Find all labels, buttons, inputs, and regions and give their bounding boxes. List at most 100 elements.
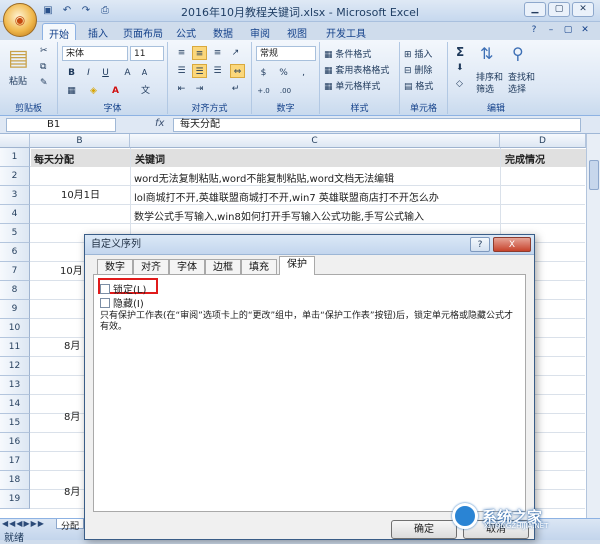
column-header-c[interactable]: C	[130, 134, 500, 148]
dialog-help-button[interactable]: ?	[470, 237, 490, 252]
insert-cells-button[interactable]: ⊞ 插入	[404, 47, 432, 60]
paste-icon[interactable]: ▤	[8, 46, 29, 71]
clear-icon[interactable]: ◇	[456, 79, 463, 89]
grow-font-button[interactable]: A	[120, 66, 135, 80]
name-box[interactable]: B1	[6, 118, 116, 132]
border-icon[interactable]: ▦	[64, 84, 79, 98]
sheet-nav-arrows[interactable]: ◀◀◀▶▶▶	[2, 519, 45, 528]
row-header[interactable]: 19	[0, 490, 30, 509]
doc-close-icon[interactable]: ✕	[578, 24, 592, 37]
doc-minimize-icon[interactable]: –	[544, 24, 558, 37]
sort-filter-icon[interactable]: ⇅	[480, 44, 493, 63]
row-header[interactable]: 2	[0, 167, 30, 186]
tab-data[interactable]: 数据	[207, 23, 239, 40]
underline-button[interactable]: U	[98, 66, 113, 80]
merge-center-icon[interactable]: ⇔	[230, 64, 245, 78]
row-header[interactable]: 4	[0, 205, 30, 224]
row-header[interactable]: 6	[0, 243, 30, 262]
close-icon[interactable]: ✕	[572, 2, 594, 17]
checkbox-icon[interactable]	[100, 297, 110, 308]
hidden-checkbox[interactable]: 隐藏(I)	[100, 295, 144, 310]
save-icon[interactable]: ▣	[40, 3, 56, 19]
shrink-font-button[interactable]: A	[137, 66, 152, 80]
sort-filter-button-line2[interactable]: 筛选	[476, 82, 494, 95]
sheet-tab[interactable]: 分配	[56, 519, 85, 532]
row-header[interactable]: 13	[0, 376, 30, 395]
italic-button[interactable]: I	[81, 66, 96, 80]
conditional-format-button[interactable]: ▦ 条件格式	[324, 47, 371, 60]
keyword-cell[interactable]: 数学公式手写输入,win8如何打开手写输入公式功能,手写公式输入	[134, 208, 500, 223]
fill-color-icon[interactable]: ◈	[86, 84, 101, 98]
row-header[interactable]: 3	[0, 186, 30, 205]
row-header[interactable]: 18	[0, 471, 30, 490]
paste-button[interactable]: 粘贴	[9, 74, 27, 87]
tab-view[interactable]: 视图	[281, 23, 313, 40]
vertical-scrollbar[interactable]	[586, 134, 600, 518]
font-color-icon[interactable]: A	[108, 84, 123, 98]
tab-developer[interactable]: 开发工具	[320, 23, 372, 40]
tab-border[interactable]: 边框	[205, 259, 241, 275]
cell-d1[interactable]: 完成情况	[501, 149, 586, 167]
format-as-table-button[interactable]: ▦ 套用表格格式	[324, 63, 389, 76]
cell-b1[interactable]: 每天分配	[31, 149, 130, 167]
formula-input[interactable]: 每天分配	[173, 118, 581, 132]
tab-alignment[interactable]: 对齐	[133, 259, 169, 275]
select-all-corner[interactable]	[0, 134, 30, 148]
decrease-indent-icon[interactable]: ⇤	[174, 82, 189, 96]
checkbox-icon[interactable]	[100, 283, 110, 294]
tab-formulas[interactable]: 公式	[170, 23, 202, 40]
cell-c1[interactable]: 关键词	[131, 149, 500, 167]
font-name-select[interactable]: 宋体	[62, 46, 128, 61]
align-center-icon[interactable]: ☰	[192, 64, 207, 78]
keyword-cell[interactable]: lol商城打不开,英雄联盟商城打不开,win7 英雄联盟商店打不开怎么办	[134, 189, 500, 204]
format-cells-button[interactable]: ▤ 格式	[404, 79, 433, 92]
tab-home[interactable]: 开始	[42, 23, 76, 41]
row-header[interactable]: 12	[0, 357, 30, 376]
tab-fill[interactable]: 填充	[241, 259, 277, 275]
redo-icon[interactable]: ↷	[78, 3, 94, 19]
column-header-d[interactable]: D	[500, 134, 586, 148]
row-header[interactable]: 9	[0, 300, 30, 319]
currency-button[interactable]: $	[256, 66, 271, 80]
keyword-cell[interactable]: word无法复制粘贴,word不能复制粘贴,word文档无法编辑	[134, 170, 500, 185]
cut-icon[interactable]: ✂	[40, 46, 48, 56]
row-header[interactable]: 15	[0, 414, 30, 433]
decrease-decimal-icon[interactable]: .00	[278, 84, 293, 98]
maximize-icon[interactable]: ▢	[548, 2, 570, 17]
row-header[interactable]: 5	[0, 224, 30, 243]
print-preview-icon[interactable]: ⎙	[97, 3, 113, 19]
tab-number[interactable]: 数字	[97, 259, 133, 275]
doc-restore-icon[interactable]: ▢	[561, 24, 575, 37]
row-header[interactable]: 8	[0, 281, 30, 300]
ok-button[interactable]: 确定	[391, 520, 457, 539]
bold-button[interactable]: B	[64, 66, 79, 80]
minimize-icon[interactable]: ▁	[524, 2, 546, 17]
align-bottom-icon[interactable]: ≡	[210, 46, 225, 60]
tab-page-layout[interactable]: 页面布局	[117, 23, 169, 40]
find-select-button-line2[interactable]: 选择	[508, 82, 526, 95]
help-icon[interactable]: ?	[527, 24, 541, 37]
comma-button[interactable]: ,	[296, 66, 311, 80]
find-select-icon[interactable]: ⚲	[512, 44, 524, 63]
cell-styles-button[interactable]: ▦ 单元格样式	[324, 79, 380, 92]
align-right-icon[interactable]: ☰	[210, 64, 225, 78]
undo-icon[interactable]: ↶	[59, 3, 75, 19]
increase-decimal-icon[interactable]: +.0	[256, 84, 271, 98]
format-painter-icon[interactable]: ✎	[40, 78, 48, 88]
column-header-b[interactable]: B	[30, 134, 130, 148]
row-header[interactable]: 11	[0, 338, 30, 357]
delete-cells-button[interactable]: ⊟ 删除	[404, 63, 432, 76]
orientation-icon[interactable]: ↗	[228, 46, 243, 60]
scroll-thumb[interactable]	[589, 160, 599, 190]
row-header[interactable]: 14	[0, 395, 30, 414]
dialog-close-button[interactable]: X	[493, 237, 531, 252]
cell-b2-merged[interactable]: 10月1日	[31, 186, 130, 201]
align-left-icon[interactable]: ☰	[174, 64, 189, 78]
tab-insert[interactable]: 插入	[82, 23, 114, 40]
tab-review[interactable]: 审阅	[244, 23, 276, 40]
font-size-select[interactable]: 11	[130, 46, 164, 61]
fill-icon[interactable]: ⬇	[456, 63, 464, 73]
number-format-select[interactable]: 常规	[256, 46, 316, 61]
percent-button[interactable]: %	[276, 66, 291, 80]
align-top-icon[interactable]: ≡	[174, 46, 189, 60]
